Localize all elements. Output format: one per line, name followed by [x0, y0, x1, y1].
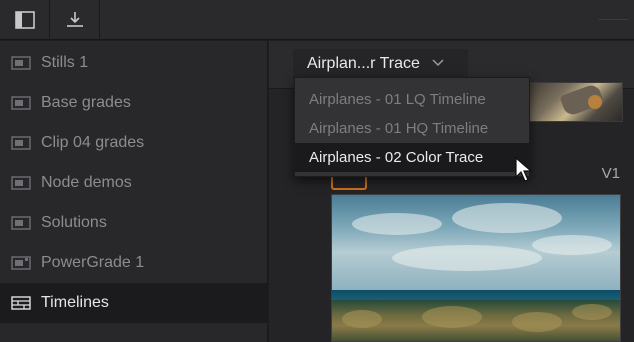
sidebar-item-stills-1[interactable]: Stills 1: [0, 43, 268, 83]
sidebar-item-base-grades[interactable]: Base grades: [0, 83, 268, 123]
thumbnail-cloud: [532, 235, 612, 255]
powergrade-album-icon: [11, 256, 31, 270]
mouse-cursor-icon: [515, 157, 533, 182]
sidebar-item-label: Timelines: [41, 294, 109, 311]
sidebar-item-label: Clip 04 grades: [41, 134, 145, 151]
sidebar-item-label: PowerGrade 1: [41, 254, 145, 271]
sidebar-item-label: Stills 1: [41, 54, 89, 71]
sidebar-item-node-demos[interactable]: Node demos: [0, 163, 268, 203]
import-download-icon: [66, 12, 83, 27]
still-album-icon: [11, 176, 31, 190]
thumbnail-reef: [332, 300, 620, 341]
still-album-icon: [11, 96, 31, 110]
still-album-icon: [11, 56, 31, 70]
dropdown-option-lq-timeline[interactable]: Airplanes - 01 LQ Timeline: [295, 85, 529, 114]
sidebar-item-powergrade-1[interactable]: PowerGrade 1: [0, 243, 268, 283]
sidebar-item-label: Node demos: [41, 174, 132, 191]
thumbnail-cloud: [452, 203, 562, 233]
thumbnail-cloud: [352, 213, 442, 235]
thumbnail-sky: [332, 195, 620, 290]
sidebar-item-clip-04-grades[interactable]: Clip 04 grades: [0, 123, 268, 163]
dropdown-option-hq-timeline[interactable]: Airplanes - 01 HQ Timeline: [295, 114, 529, 143]
thumbnail-rock: [572, 304, 612, 320]
toolbar-grip: [598, 19, 628, 21]
sidebar-item-label: Base grades: [41, 94, 131, 111]
sidebar-item-timelines[interactable]: Timelines: [0, 283, 268, 323]
still-album-icon: [11, 216, 31, 230]
timeline-album-select[interactable]: Airplan...r Trace: [293, 49, 468, 79]
album-sidebar: Stills 1 Base grades Clip 04 grades Node…: [0, 41, 268, 342]
clip-track-label: V1: [601, 165, 620, 182]
chevron-down-icon: [432, 58, 444, 66]
timeline-album-icon: [11, 296, 31, 310]
sidebar-toggle-button[interactable]: [0, 0, 50, 40]
clip-thumbnail[interactable]: [331, 194, 621, 342]
thumbnail-rock: [422, 306, 482, 328]
thumbnail-rock: [342, 310, 382, 328]
import-button[interactable]: [50, 0, 100, 40]
top-toolbar: [0, 0, 634, 40]
timeline-dropdown-menu: Airplanes - 01 LQ Timeline Airplanes - 0…: [294, 77, 530, 177]
thumbnail-rock: [512, 312, 562, 332]
sidebar-toggle-icon: [14, 11, 35, 29]
still-album-icon: [11, 136, 31, 150]
thumbnail-detail: [588, 95, 602, 109]
thumbnail-cloud: [392, 245, 542, 271]
sidebar-item-label: Solutions: [41, 214, 107, 231]
album-select-value: Airplan...r Trace: [307, 55, 420, 72]
sidebar-item-solutions[interactable]: Solutions: [0, 203, 268, 243]
still-thumbnail[interactable]: [523, 82, 623, 122]
dropdown-option-color-trace[interactable]: Airplanes - 02 Color Trace: [295, 143, 529, 172]
